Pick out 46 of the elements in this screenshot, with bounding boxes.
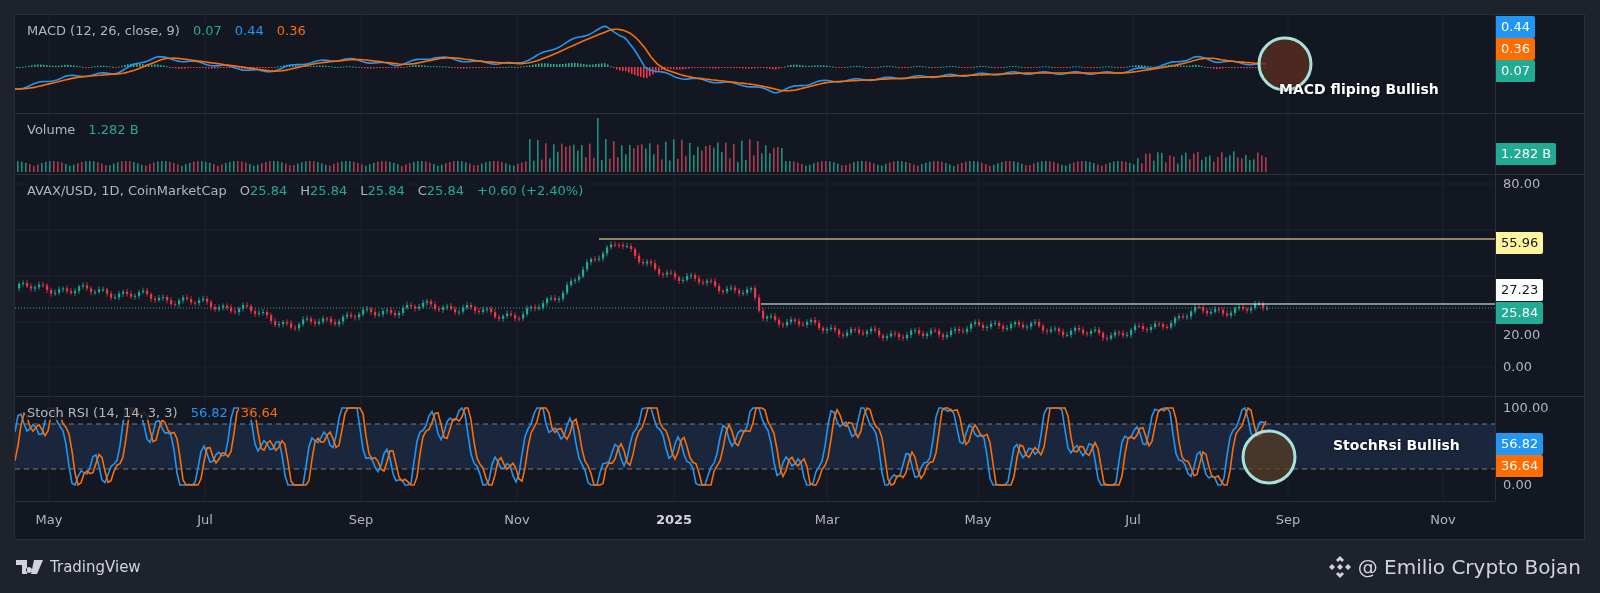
indicator-value: 1.282 B [86,122,141,137]
ohlc-reading: L25.84 [358,183,407,198]
time-label: May [964,512,992,527]
axis-label: 0.00 [1502,476,1533,494]
time-label: May [35,512,63,527]
ohlc-reading: H25.84 [298,183,350,198]
author-credit: @ Emilio Crypto Bojan [1357,554,1581,579]
tradingview-logo-icon [16,559,44,574]
price-label: 27.23 [1496,279,1544,301]
axis-label: 20.00 [1502,326,1542,344]
time-label: Nov [1430,512,1456,527]
time-label: Jul [1125,512,1141,527]
indicator-name: Volume [25,122,78,137]
price-label: 55.96 [1496,232,1544,254]
price-change: +0.60 (+2.40%) [475,183,586,198]
value-label: 56.82 [1496,433,1544,455]
volume-label: 1.282 B [1496,143,1557,165]
time-label: Nov [504,512,530,527]
ohlc-reading: C25.84 [415,183,466,198]
time-label: 2025 [655,512,693,527]
indicator-value: 0.36 [274,23,308,38]
annotation-text: StochRsi Bullish [1333,437,1460,453]
diamond-logo-icon [1327,554,1352,579]
axis-label: 100.00 [1502,399,1550,417]
annotation-text: MACD fliping Bullish [1279,81,1439,97]
highlight-circle [1241,429,1297,485]
axis-label: 80.00 [1502,175,1542,193]
price-label: 25.84 [1496,302,1544,324]
ohlc-reading: O25.84 [237,183,290,198]
indicator-value: 56.82 [188,405,230,420]
indicator-value: 0.44 [232,23,266,38]
indicator-name: MACD (12, 26, close, 9) [25,23,182,38]
price-label: 0.44 [1496,16,1535,38]
indicator-name: Stoch RSI (14, 14, 3, 3) [25,405,180,420]
time-label: Sep [348,512,374,527]
price-label: 0.07 [1496,60,1535,82]
time-label: Mar [814,512,840,527]
brand-name: TradingView [50,557,141,576]
value-label: 36.64 [1496,455,1544,477]
symbol-title: AVAX/USD, 1D, CoinMarketCap [25,183,229,198]
price-label: 0.36 [1496,38,1535,60]
time-label: Jul [197,512,213,527]
time-label: Sep [1275,512,1301,527]
indicator-value: 0.07 [190,23,224,38]
indicator-value: 36.64 [238,405,281,420]
axis-label: 0.00 [1502,358,1533,376]
